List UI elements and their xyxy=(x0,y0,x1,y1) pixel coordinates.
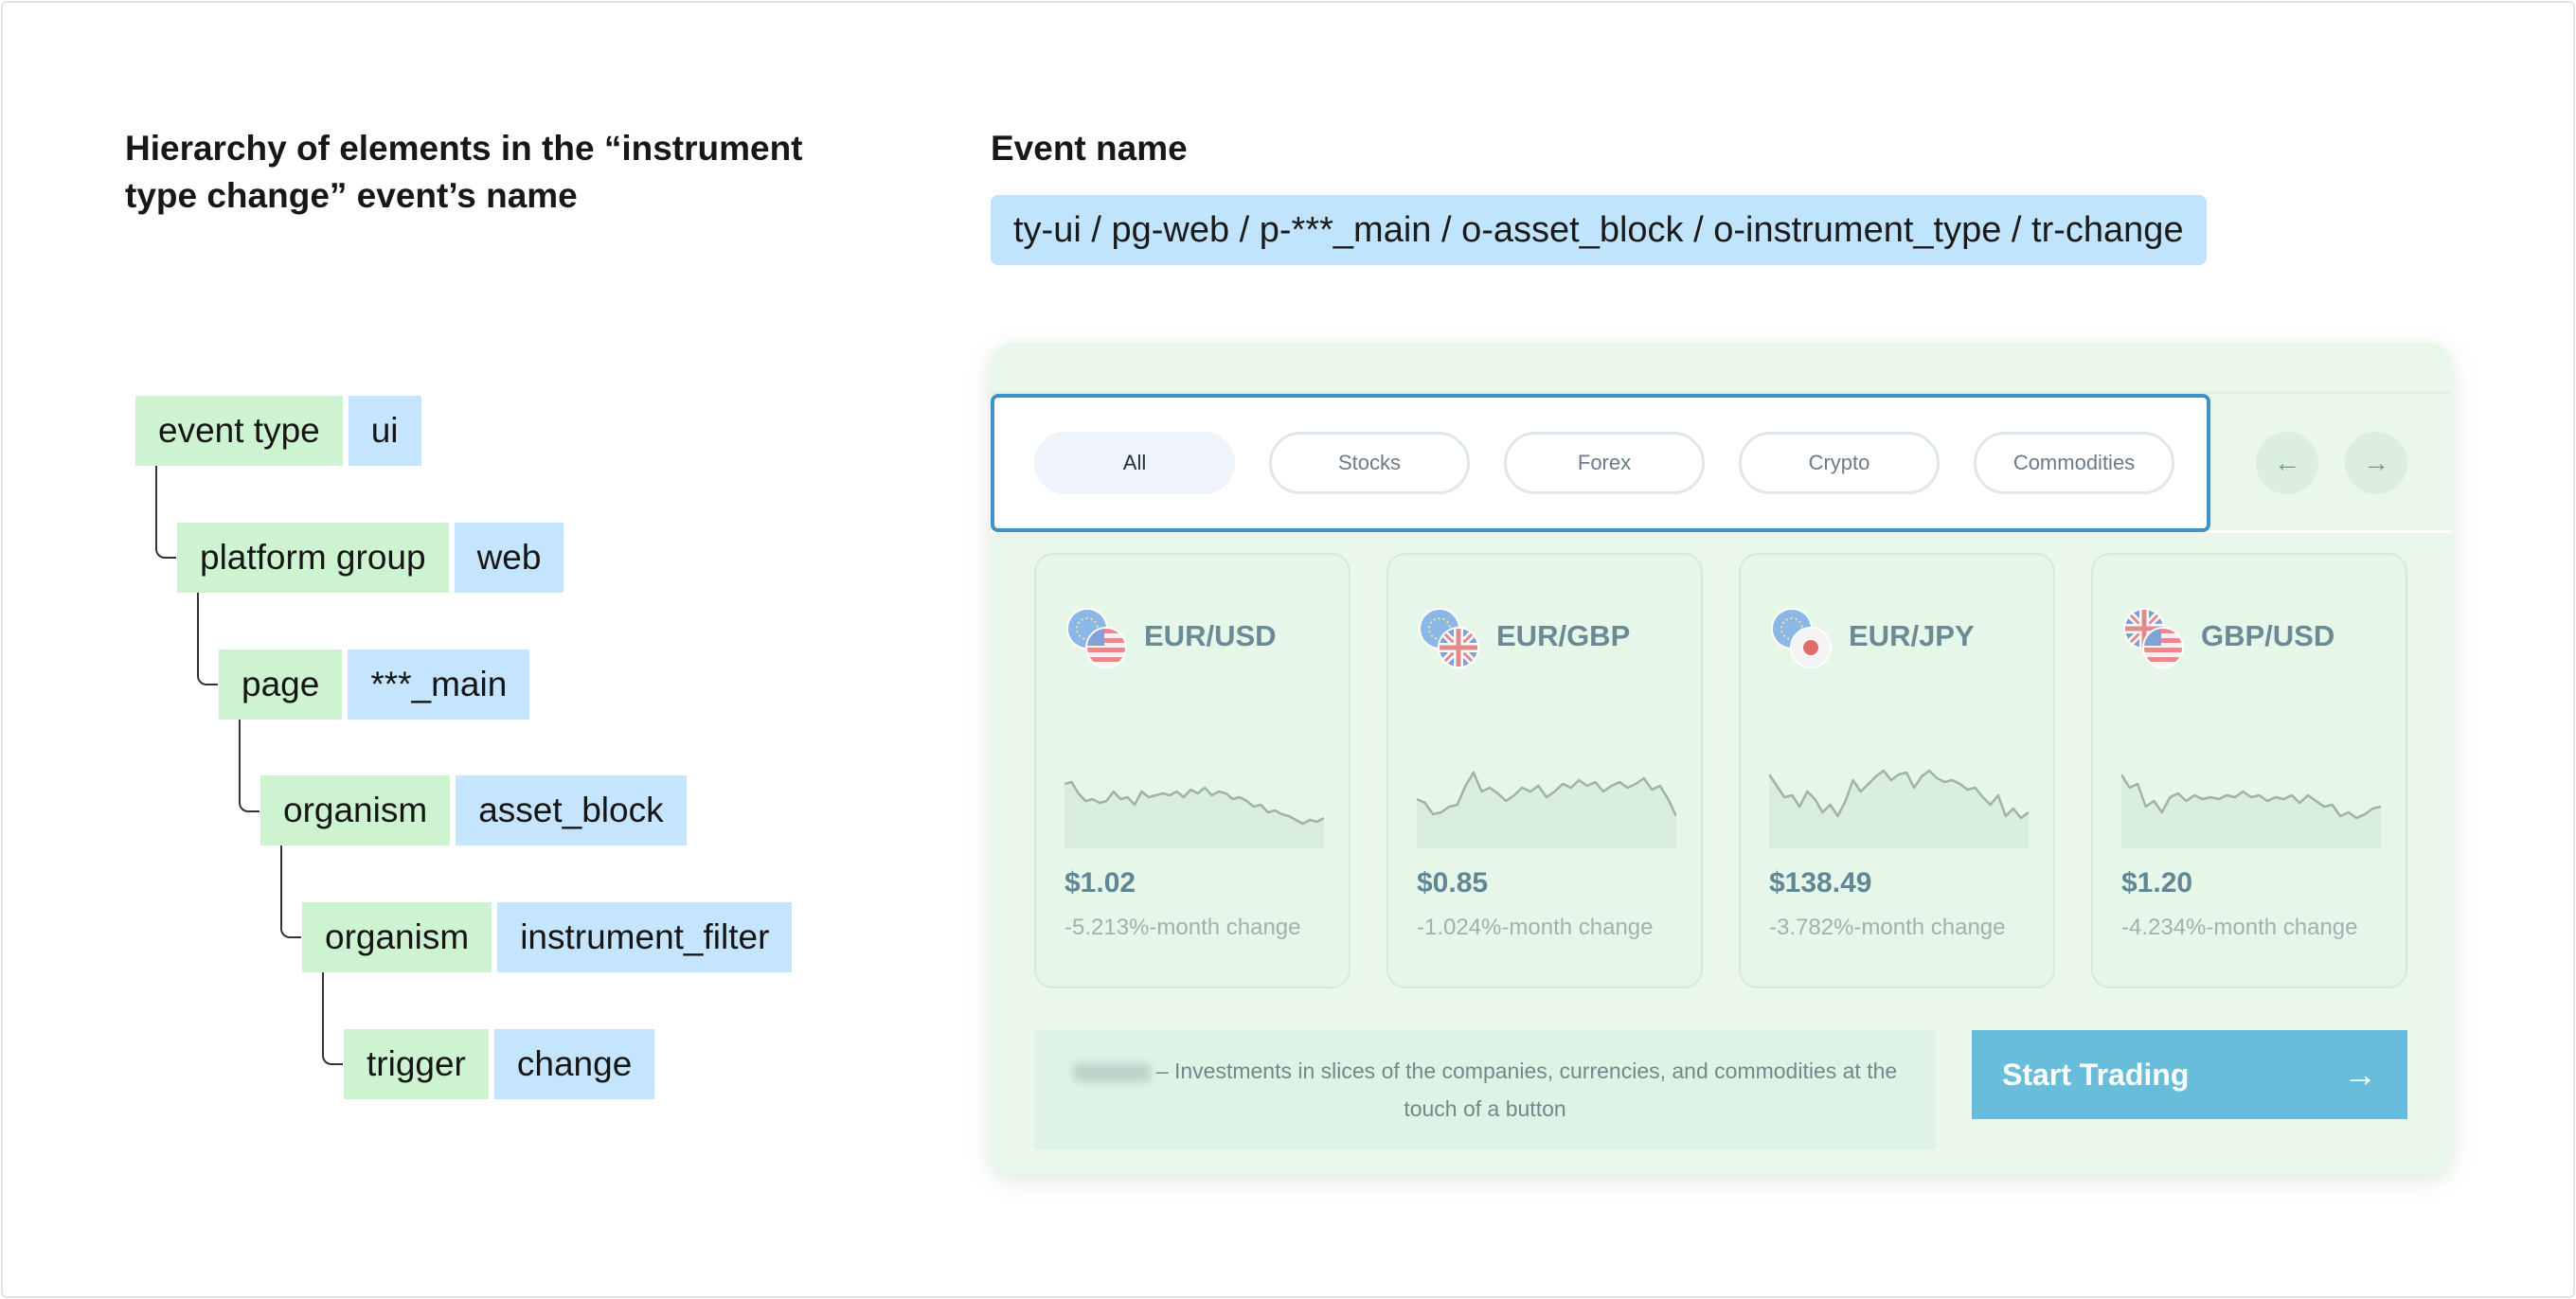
asset-card[interactable]: EUR/USD $1.02 -5.213%-month change xyxy=(1034,553,1351,988)
tree-connector xyxy=(322,972,343,1065)
filter-commodities[interactable]: Commodities xyxy=(1974,432,2174,494)
arrow-right-icon: → xyxy=(2343,1055,2377,1094)
tree-connector xyxy=(239,720,259,812)
event-name-label: ty-ui / pg-web / p-***_main / o-asset_bl… xyxy=(991,195,2207,265)
tree-node-organism-asset-block: organism asset_block xyxy=(260,775,687,845)
event-name-heading: Event name xyxy=(991,129,1188,168)
asset-block-widget: All Stocks Forex Crypto Commodities ← → … xyxy=(991,343,2451,1174)
tree-node-value: ***_main xyxy=(348,650,530,720)
asset-change: -4.234%-month change xyxy=(2121,915,2358,940)
asset-price: $1.20 xyxy=(2121,867,2193,899)
sparkline xyxy=(1417,771,1676,848)
sparkline xyxy=(1769,769,2029,848)
jp-flag-icon xyxy=(1790,627,1832,668)
tree-node-key: organism xyxy=(302,902,492,972)
promo-text: – Investments in slices of the companies… xyxy=(1155,1059,1898,1121)
arrow-right-icon: → xyxy=(2363,448,2389,477)
asset-pair: EUR/JPY xyxy=(1849,619,1975,652)
tree-node-event-type: event type ui xyxy=(135,396,421,466)
filter-all[interactable]: All xyxy=(1034,432,1235,494)
next-button[interactable]: → xyxy=(2345,432,2407,494)
asset-pair: EUR/USD xyxy=(1144,619,1277,652)
currency-flags xyxy=(2123,608,2184,668)
us-flag-icon xyxy=(1085,627,1127,668)
tree-node-value: web xyxy=(454,523,564,593)
tree-node-key: event type xyxy=(135,396,343,466)
tree-node-key: page xyxy=(219,650,343,720)
tree-node-trigger: trigger change xyxy=(344,1029,655,1099)
asset-card[interactable]: GBP/USD $1.20 -4.234%-month change xyxy=(2091,553,2407,988)
start-trading-button[interactable]: Start Trading → xyxy=(1972,1030,2407,1119)
sparkline xyxy=(2121,774,2381,848)
tree-connector xyxy=(280,845,301,938)
tree-node-key: trigger xyxy=(344,1029,489,1099)
instrument-filter: All Stocks Forex Crypto Commodities xyxy=(991,394,2210,532)
currency-flags xyxy=(1419,608,1479,668)
tree-node-key: platform group xyxy=(177,523,449,593)
tree-connector xyxy=(155,466,176,559)
tree-node-key: organism xyxy=(260,775,451,845)
tree-node-value: ui xyxy=(348,396,421,466)
tree-connector xyxy=(197,593,218,685)
start-trading-label: Start Trading xyxy=(2002,1057,2190,1092)
asset-card[interactable]: EUR/JPY $138.49 -3.782%-month change xyxy=(1739,553,2055,988)
asset-price: $0.85 xyxy=(1417,867,1489,899)
filter-crypto[interactable]: Crypto xyxy=(1739,432,1940,494)
arrow-left-icon: ← xyxy=(2274,448,2300,477)
filter-stocks[interactable]: Stocks xyxy=(1269,432,1470,494)
tree-node-value: change xyxy=(493,1029,655,1099)
asset-pair: GBP/USD xyxy=(2201,619,2335,652)
tree-node-platform-group: platform group web xyxy=(177,523,564,593)
asset-price: $1.02 xyxy=(1064,867,1136,899)
hierarchy-heading: Hierarchy of elements in the “instrument… xyxy=(125,129,803,215)
asset-price: $138.49 xyxy=(1769,867,1872,899)
sparkline-area xyxy=(1769,771,2029,848)
asset-cards: EUR/USD $1.02 -5.213%-month change EUR/G… xyxy=(1034,553,2407,988)
asset-change: -5.213%-month change xyxy=(1064,915,1301,940)
asset-card[interactable]: EUR/GBP $0.85 -1.024%-month change xyxy=(1386,553,1703,988)
asset-change: -3.782%-month change xyxy=(1769,915,2006,940)
tree-node-value: instrument_filter xyxy=(497,902,793,972)
asset-change: -1.024%-month change xyxy=(1417,915,1654,940)
prev-button[interactable]: ← xyxy=(2256,432,2318,494)
blurred-brand-logo xyxy=(1072,1062,1151,1082)
sparkline xyxy=(1064,780,1324,848)
currency-flags xyxy=(1771,608,1832,668)
asset-pair: EUR/GBP xyxy=(1496,619,1631,652)
promo-banner: – Investments in slices of the companies… xyxy=(1034,1030,1936,1149)
currency-flags xyxy=(1066,608,1127,668)
tree-node-organism-instrument-filter: organism instrument_filter xyxy=(302,902,793,972)
tree-node-page: page ***_main xyxy=(219,650,530,720)
filter-forex[interactable]: Forex xyxy=(1504,432,1705,494)
us-flag-icon xyxy=(2142,627,2184,668)
gb-flag-icon xyxy=(1438,627,1479,668)
tree-node-value: asset_block xyxy=(456,775,687,845)
